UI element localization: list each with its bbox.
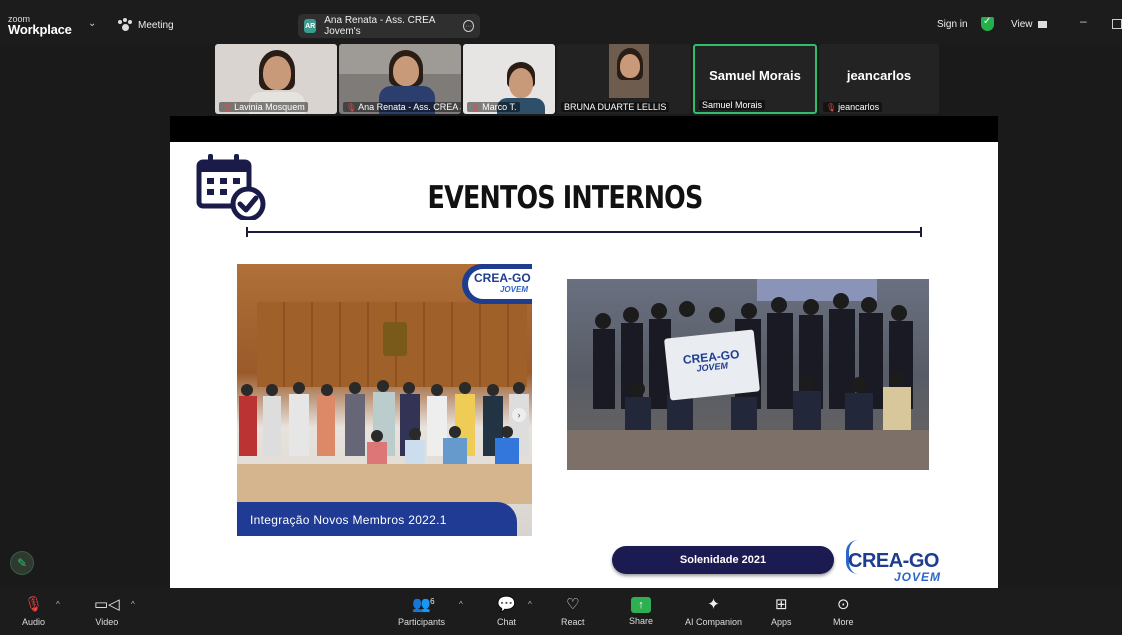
participants-chevron-up-icon[interactable]: ^ xyxy=(459,600,463,609)
ai-companion-button[interactable]: ✦ AI Companion xyxy=(685,596,742,627)
slide-title: EVENTOS INTERNOS xyxy=(427,180,704,216)
mic-muted-icon: 🎙 xyxy=(346,102,357,112)
photo-caption: Integração Novos Membros 2022.1 xyxy=(237,502,517,536)
crea-go-logo: CREA-GO JOVEM xyxy=(846,538,956,586)
chat-button[interactable]: 💬 Chat xyxy=(497,596,516,627)
apps-button[interactable]: ⊞ Apps xyxy=(771,596,792,627)
more-button[interactable]: ⊙ More xyxy=(833,596,854,627)
shared-screen: EVENTOS INTERNOS CREA-GO JOVEM › Integraç… xyxy=(170,142,998,588)
participant-label: 🎙 Lavinia Mosquem xyxy=(219,102,308,112)
sparkle-icon: ✦ xyxy=(707,596,720,613)
participant-label: Samuel Morais xyxy=(699,100,766,110)
heart-icon: ♡ xyxy=(566,596,580,613)
paw-icon xyxy=(118,18,132,32)
meeting-menu[interactable]: Meeting xyxy=(118,18,174,32)
more-dots-icon: ⊙ xyxy=(836,596,850,613)
sign-in-button[interactable]: Sign in xyxy=(937,19,968,30)
chevron-right-icon[interactable]: › xyxy=(512,408,526,422)
minimize-icon[interactable]: – xyxy=(1080,14,1087,28)
view-button[interactable]: View xyxy=(1011,19,1047,30)
share-button[interactable]: ↑ Share xyxy=(629,596,653,626)
speaker-name: Ana Renata - Ass. CREA Jovem's xyxy=(324,15,435,37)
participant-display-name: Samuel Morais xyxy=(709,67,801,83)
react-button[interactable]: ♡ React xyxy=(561,596,585,627)
group-people xyxy=(239,380,529,472)
share-up-arrow-icon: ↑ xyxy=(631,597,652,613)
video-chevron-up-icon[interactable]: ^ xyxy=(131,600,135,609)
title-divider xyxy=(246,227,922,237)
crest-emblem xyxy=(383,322,407,356)
participants-icon: 👥 6 xyxy=(412,596,435,613)
mic-muted-icon: 🎙 xyxy=(23,596,44,613)
video-camera-icon: ▭◁ xyxy=(94,596,120,613)
solenidade-label: Solenidade 2021 xyxy=(612,546,834,574)
photo-solenidade: CREA-GO JOVEM xyxy=(567,279,929,470)
crea-go-badge: CREA-GO JOVEM xyxy=(462,264,532,304)
participant-tile[interactable]: jeancarlos 🎙 jeancarlos xyxy=(819,44,939,114)
more-dots-icon[interactable]: ··· xyxy=(463,20,474,32)
participant-label: 🎙Ana Renata - Ass. CREA Jo... xyxy=(343,102,461,112)
speaker-avatar: AR xyxy=(304,19,317,33)
active-speaker-pill[interactable]: AR Ana Renata - Ass. CREA Jovem's ··· xyxy=(298,14,480,38)
video-button[interactable]: ▭◁ Video xyxy=(94,596,120,627)
brand-workplace: Workplace xyxy=(8,22,72,37)
chat-chevron-up-icon[interactable]: ^ xyxy=(528,600,532,609)
share-header-bar xyxy=(170,116,998,142)
shield-icon[interactable] xyxy=(981,16,994,31)
participant-tile[interactable]: BRUNA DUARTE LELLIS xyxy=(557,44,691,114)
grid-icon xyxy=(1037,21,1047,28)
mic-muted-icon: 🎙 xyxy=(470,102,481,112)
participant-label: 🎙 jeancarlos xyxy=(823,102,883,112)
participant-tile-active-speaker[interactable]: Samuel Morais Samuel Morais xyxy=(693,44,817,114)
participant-tile[interactable]: 🎙 Lavinia Mosquem xyxy=(215,44,337,114)
pencil-icon[interactable]: ✎ xyxy=(10,551,34,575)
crea-go-banner: CREA-GO JOVEM xyxy=(664,329,760,401)
participant-label: BRUNA DUARTE LELLIS xyxy=(561,102,670,112)
participant-tile[interactable]: 🎙Ana Renata - Ass. CREA Jo... xyxy=(339,44,461,114)
mic-muted-icon: 🎙 xyxy=(826,102,837,112)
title-bar: zoom Workplace ⌄ Meeting AR Ana Renata -… xyxy=(0,0,1122,44)
maximize-icon[interactable] xyxy=(1112,19,1122,29)
apps-icon: ⊞ xyxy=(774,596,788,613)
participant-tile[interactable]: 🎙 Marco T. xyxy=(463,44,555,114)
meeting-toolbar: 🎙 Audio ^ ▭◁ Video ^ 👥 6 Participants ^ 💬… xyxy=(0,588,1122,635)
mic-muted-icon: 🎙 xyxy=(222,102,233,112)
participant-display-name: jeancarlos xyxy=(846,67,912,83)
participants-button[interactable]: 👥 6 Participants xyxy=(398,596,445,627)
app-brand[interactable]: zoom Workplace xyxy=(8,14,72,37)
participant-label: 🎙 Marco T. xyxy=(467,102,520,112)
view-label: View xyxy=(1011,19,1033,30)
photo-integration: CREA-GO JOVEM › Integração Novos Membros … xyxy=(237,264,532,536)
audio-button[interactable]: 🎙 Audio xyxy=(22,596,45,627)
brand-chevron-down-icon[interactable]: ⌄ xyxy=(88,18,96,29)
meeting-label: Meeting xyxy=(138,19,174,31)
audio-chevron-up-icon[interactable]: ^ xyxy=(56,600,60,609)
participant-video-strip: 🎙 Lavinia Mosquem 🎙 Ana Renata - Ass. CREA… xyxy=(215,44,939,114)
chat-icon: 💬 xyxy=(497,596,516,613)
